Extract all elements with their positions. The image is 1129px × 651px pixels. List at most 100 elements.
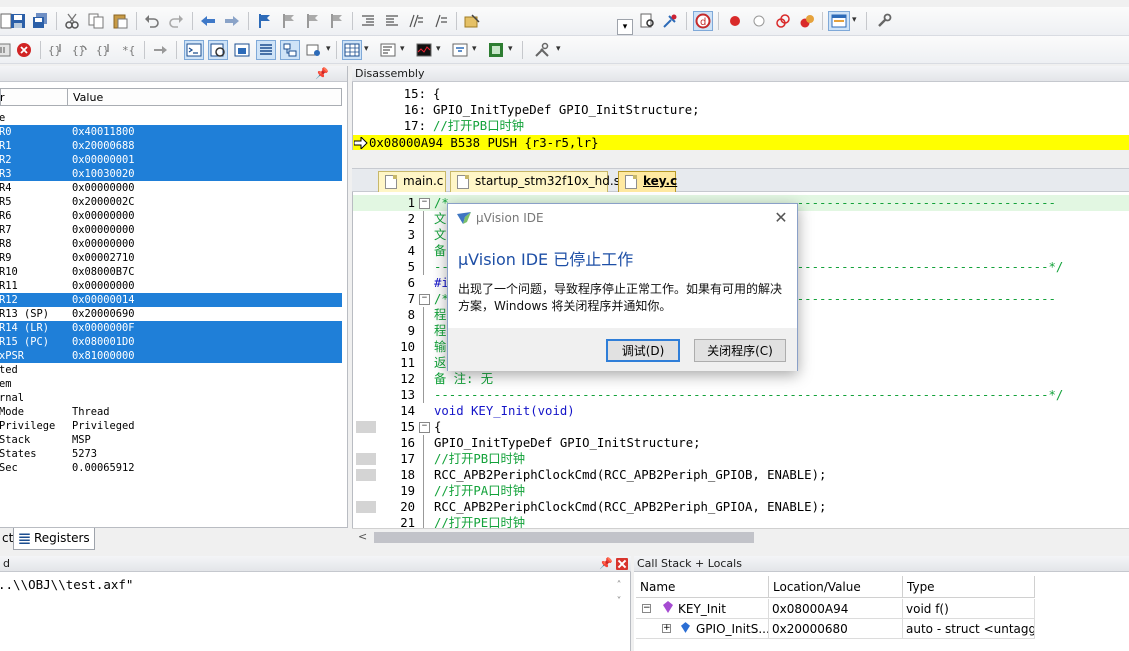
find-next-icon[interactable] [660,11,680,31]
breakpoint-gutter[interactable] [356,469,376,481]
pin-icon[interactable]: 📌 [315,66,329,82]
register-row[interactable]: R8 0x00000000 [0,237,342,251]
breakpoint-gutter[interactable] [356,501,376,513]
undo-icon[interactable] [142,11,162,31]
find-dropdown-icon[interactable]: ▾ [617,19,633,35]
debug-button[interactable]: 调试(D) [606,339,680,362]
code-line[interactable]: 19 //打开PA口时钟 [353,483,1129,499]
register-row[interactable]: R15 (PC) 0x080001D0 [0,335,342,349]
breakpoint-gutter[interactable] [356,245,376,257]
register-column-header[interactable]: r [0,91,5,104]
register-row[interactable]: R14 (LR) 0x0000000F [0,321,342,335]
code-line[interactable]: 13 --------------------------------------… [353,387,1129,403]
watch-dropdown-icon[interactable]: ▾ [326,42,334,56]
step-out-icon[interactable]: {} [94,40,114,60]
stop-icon[interactable] [14,40,34,60]
watch-windows-icon[interactable] [304,40,324,60]
register-row[interactable]: R6 0x00000000 [0,209,342,223]
save-icon[interactable] [8,11,28,31]
breakpoint-disable-icon[interactable] [773,11,793,31]
disassembly-window-icon[interactable] [208,40,228,60]
breakpoint-gutter[interactable] [356,421,376,433]
comment-icon[interactable] [406,11,426,31]
analysis-dropdown-icon[interactable]: ▾ [436,42,444,56]
bookmark-prev-icon[interactable] [278,11,298,31]
breakpoint-gutter[interactable] [356,213,376,225]
trace-dropdown-icon[interactable]: ▾ [472,42,480,56]
register-row[interactable]: R13 (SP) 0x20000690 [0,307,342,321]
code-line[interactable]: 15 { [353,419,1129,435]
breakpoint-gutter[interactable] [356,197,376,209]
register-row[interactable]: R4 0x00000000 [0,181,342,195]
serial-dropdown-icon[interactable]: ▾ [400,42,408,56]
register-row[interactable]: R7 0x00000000 [0,223,342,237]
scroll-left-icon[interactable]: < [358,530,367,543]
incremental-find-icon[interactable] [638,11,658,31]
expand-icon[interactable]: + [662,624,671,633]
serial-windows-icon[interactable] [378,40,398,60]
uncomment-icon[interactable] [430,11,450,31]
tab-registers[interactable]: Registers [13,528,95,550]
breakpoint-kill-icon[interactable] [797,11,817,31]
fold-toggle-icon[interactable] [419,195,430,211]
close-pane-icon[interactable] [616,558,628,570]
value-column-header[interactable]: Value [73,91,103,104]
breakpoint-gutter[interactable] [356,453,376,465]
breakpoint-gutter[interactable] [356,277,376,289]
name-column-header[interactable]: Name [636,576,769,598]
navigate-back-icon[interactable] [198,11,218,31]
copy-icon[interactable] [86,11,106,31]
fold-toggle-icon[interactable] [419,419,430,435]
register-row[interactable]: R9 0x00002710 [0,251,342,265]
step-into-icon[interactable]: {} [46,40,66,60]
code-line[interactable]: 16 GPIO_InitTypeDef GPIO_InitStructure; [353,435,1129,451]
memory-windows-icon[interactable] [342,40,362,60]
code-line[interactable]: 12 备 注: 无 [353,371,1129,387]
toolbox-dropdown-icon[interactable]: ▾ [556,42,564,56]
toolbox-icon[interactable] [532,40,552,60]
reset-icon[interactable] [0,40,14,60]
breakpoint-gutter[interactable] [356,293,376,305]
step-over-icon[interactable]: {} [70,40,90,60]
breakpoint-gutter[interactable] [356,325,376,337]
register-row[interactable]: ted [0,363,342,377]
fold-toggle-icon[interactable] [419,291,430,307]
register-row[interactable]: Stack MSP [0,433,342,447]
run-to-cursor-icon[interactable]: *{} [118,40,138,60]
breakpoint-insert-icon[interactable] [725,11,745,31]
code-line[interactable]: 20 RCC_APB2PeriphClockCmd(RCC_APB2Periph… [353,499,1129,515]
bookmark-next-icon[interactable] [302,11,322,31]
find-in-files-icon[interactable] [462,11,482,31]
memory-dropdown-icon[interactable]: ▾ [364,42,372,56]
breakpoint-gutter[interactable] [356,261,376,273]
debug-session-icon[interactable]: d [693,11,713,31]
register-row[interactable]: R12 0x00000014 [0,293,342,307]
register-row[interactable]: R11 0x00000000 [0,279,342,293]
code-line[interactable]: 18 RCC_APB2PeriphClockCmd(RCC_APB2Periph… [353,467,1129,483]
register-row[interactable]: States 5273 [0,447,342,461]
register-row[interactable]: R5 0x2000002C [0,195,342,209]
code-line[interactable]: 14 void KEY_Init(void) [353,403,1129,419]
navigate-forward-icon[interactable] [222,11,242,31]
code-line[interactable]: 17 //打开PB口时钟 [353,451,1129,467]
configure-icon[interactable] [874,11,894,31]
bookmark-toggle-icon[interactable] [254,11,274,31]
window-layout-icon[interactable] [828,11,850,31]
bookmark-clear-icon[interactable] [326,11,346,31]
cut-icon[interactable] [62,11,82,31]
breakpoint-gutter[interactable] [356,373,376,385]
window-layout-dropdown-icon[interactable]: ▾ [852,13,860,27]
system-viewer-dropdown-icon[interactable]: ▾ [508,42,516,56]
registers-window-icon[interactable] [256,40,276,60]
dialog-close-icon[interactable]: ✕ [773,208,789,227]
register-row[interactable]: rnal [0,391,342,405]
show-next-statement-icon[interactable] [150,40,170,60]
symbols-window-icon[interactable] [232,40,252,60]
trace-windows-icon[interactable] [450,40,470,60]
editor-tab[interactable]: startup_stm32f10x_hd.s [450,171,620,192]
register-row[interactable]: Mode Thread [0,405,342,419]
editor-horizontal-scrollbar[interactable]: < [352,528,1129,546]
register-row[interactable]: R1 0x20000688 [0,139,342,153]
breakpoint-enable-icon[interactable] [749,11,769,31]
command-window-icon[interactable] [184,40,204,60]
